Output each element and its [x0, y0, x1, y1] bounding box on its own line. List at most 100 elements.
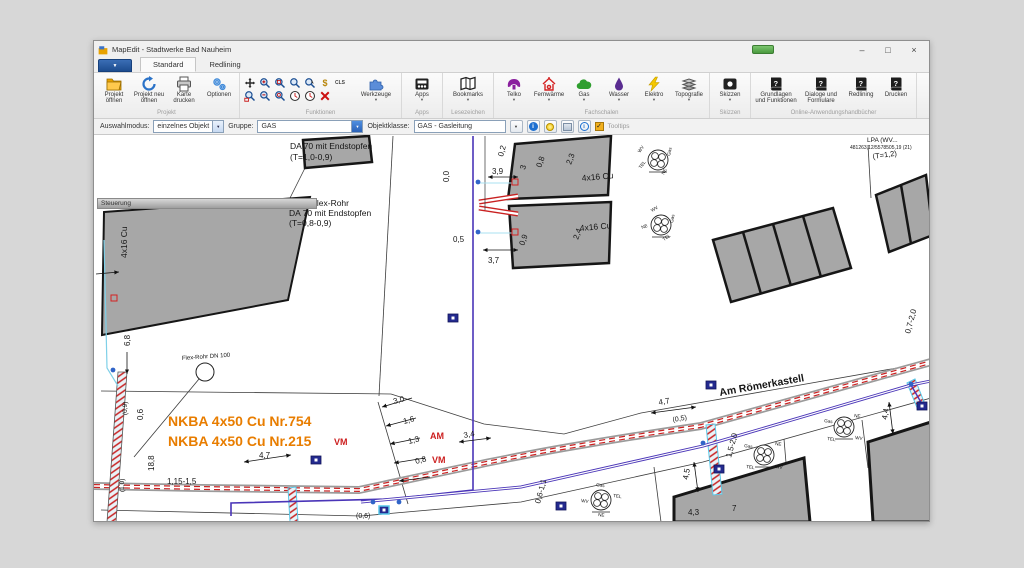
elektro-button[interactable]: Elektro▼ — [637, 74, 671, 103]
svg-text:6,8: 6,8 — [123, 334, 132, 346]
button-label: Optionen — [207, 92, 231, 98]
objektklasse-label: Objektklasse: — [367, 123, 409, 130]
topografie-button[interactable]: Topografie▼ — [672, 74, 706, 103]
bookmarks-button[interactable]: Bookmarks▼ — [446, 74, 490, 103]
cancel-action-button[interactable] — [318, 89, 332, 102]
zoom-out-icon — [259, 90, 271, 102]
svg-text:3,4: 3,4 — [463, 429, 476, 440]
steuerung-panel-header[interactable]: Steuerung — [97, 198, 317, 209]
house-icon — [541, 76, 557, 92]
map-viewport[interactable]: Steuerung — [94, 135, 929, 521]
layer-button[interactable] — [561, 120, 574, 133]
ribbon-group-fachschalen: Telko▼ Fernwärme▼ Gas▼ Wasser▼ Elektro▼ … — [494, 73, 710, 118]
auswahlmodus-select[interactable]: einzelnes Objekt▼ — [153, 120, 224, 133]
svg-text:4,7: 4,7 — [658, 396, 671, 407]
svg-text:1,5-2,0: 1,5-2,0 — [724, 432, 739, 459]
zoom-window-button[interactable] — [273, 76, 287, 89]
svg-text:0,7-2,0: 0,7-2,0 — [903, 308, 918, 335]
svg-text:TEL: TEL — [638, 159, 647, 169]
svg-text:NKBA 4x50 Cu Nr.215: NKBA 4x50 Cu Nr.215 — [168, 433, 312, 449]
map-canvas[interactable]: DA 70 mit Endstopfen(T=1,0-0,9)Kabu-Flex… — [94, 135, 929, 521]
ribbon-group-handbuecher: Grundlagen und Funktionen Dialoge und Fo… — [751, 73, 917, 118]
cls-label: CLS — [335, 80, 345, 86]
projekt-oeffnen-button[interactable]: Projekt öffnen — [97, 74, 131, 106]
select-icon — [304, 77, 316, 89]
svg-text:Am Römerkastell: Am Römerkastell — [718, 372, 805, 399]
svg-text:(1,0): (1,0) — [119, 479, 126, 492]
select-value: GAS - Gasleitung — [415, 123, 475, 130]
svg-text:18,8: 18,8 — [147, 455, 156, 471]
utility-symbols: WVTELGasNEWVNEGasTELGasNETELWVGasNETELWV… — [581, 144, 864, 518]
chevron-down-icon: ▼ — [466, 98, 470, 102]
gruppe-label: Gruppe: — [228, 123, 253, 130]
window-title: MapEdit - Stadtwerke Bad Nauheim — [112, 45, 752, 54]
apps-button[interactable]: Apps▼ — [405, 74, 439, 103]
svg-text:NE: NE — [598, 512, 605, 518]
svg-text:1,3: 1,3 — [407, 434, 421, 446]
svg-text:WV: WV — [581, 498, 590, 504]
projekt-neu-oeffnen-button[interactable]: Projekt neu öffnen — [132, 74, 166, 106]
tab-standard[interactable]: Standard — [140, 57, 196, 72]
info-outline-icon: i — [580, 122, 589, 131]
chevron-down-icon: ▼ — [547, 98, 551, 102]
werkzeuge-button[interactable]: Werkzeuge▼ — [354, 74, 398, 103]
kosten-button[interactable]: $ — [318, 76, 332, 89]
zoom-extent-button[interactable] — [273, 89, 287, 102]
object-info-button[interactable]: i — [527, 120, 540, 133]
svg-text:0,5: 0,5 — [453, 235, 465, 244]
objektklasse-select[interactable]: GAS - Gasleitung — [414, 120, 506, 133]
telko-button[interactable]: Telko▼ — [497, 74, 531, 103]
refresh-icon — [141, 76, 157, 92]
group-label-skizzen: Skizzen — [713, 110, 747, 118]
svg-text:VM: VM — [432, 455, 446, 465]
file-menu-button[interactable]: ▼ — [98, 59, 132, 72]
zoom-prev-button[interactable] — [243, 89, 257, 102]
tooltips-checkbox[interactable]: ✓ — [595, 122, 604, 131]
select-button[interactable] — [303, 76, 317, 89]
cls-button[interactable]: CLS — [333, 76, 347, 89]
gas-button[interactable]: Gas▼ — [567, 74, 601, 103]
handbuch-dialoge-button[interactable]: Dialoge und Formulare — [799, 74, 843, 106]
zoom-in-icon — [259, 77, 271, 89]
chevron-down-icon: ▼ — [582, 98, 586, 102]
spacer-cell — [333, 89, 347, 102]
gruppe-select[interactable]: GAS▼ — [257, 120, 363, 133]
gears-icon — [211, 76, 227, 92]
handbuch-drucken-button[interactable]: Drucken — [879, 74, 913, 99]
button-label: Projekt öffnen — [98, 92, 130, 105]
chevron-down-icon: ▼ — [728, 98, 732, 102]
tab-redlining[interactable]: Redlining — [196, 57, 253, 72]
zoom-time-button[interactable] — [288, 89, 302, 102]
minimize-button[interactable]: – — [849, 42, 875, 57]
clock-button[interactable] — [303, 89, 317, 102]
karte-drucken-button[interactable]: Karte drucken — [167, 74, 201, 106]
about-button[interactable]: i — [578, 120, 591, 133]
svg-text:TEL: TEL — [613, 493, 622, 499]
ribbon-group-projekt: Projekt öffnen Projekt neu öffnen Karte … — [94, 73, 240, 118]
svg-text:NKBA 4x50 Cu Nr.754: NKBA 4x50 Cu Nr.754 — [168, 413, 312, 429]
optionen-button[interactable]: Optionen — [202, 74, 236, 99]
svg-text:0,2: 0,2 — [496, 144, 508, 158]
button-label: Drucken — [885, 92, 907, 98]
title-bar[interactable]: MapEdit - Stadtwerke Bad Nauheim – □ × — [94, 41, 929, 58]
zoom-object-button[interactable] — [288, 76, 302, 89]
fernwaerme-button[interactable]: Fernwärme▼ — [532, 74, 566, 103]
wasser-button[interactable]: Wasser▼ — [602, 74, 636, 103]
objektklasse-dropdown-button[interactable]: ▼ — [510, 120, 523, 133]
selection-toolbar: Auswahlmodus: einzelnes Objekt▼ Gruppe: … — [94, 119, 929, 135]
hint-button[interactable] — [544, 120, 557, 133]
svg-text:1,6: 1,6 — [402, 414, 416, 426]
dollar-icon: $ — [322, 78, 327, 88]
maximize-button[interactable]: □ — [875, 42, 901, 57]
handbuch-redlining-button[interactable]: Redlining — [844, 74, 878, 99]
svg-text:WV: WV — [650, 204, 660, 212]
pan-button[interactable] — [243, 76, 257, 89]
handbuch-grundlagen-button[interactable]: Grundlagen und Funktionen — [754, 74, 798, 106]
skizzen-button[interactable]: Skizzen▼ — [713, 74, 747, 103]
svg-text:0,8: 0,8 — [414, 454, 428, 466]
zoom-in-button[interactable] — [258, 76, 272, 89]
ribbon-tab-row: ▼ Standard Redlining — [94, 58, 929, 73]
close-button[interactable]: × — [901, 42, 927, 57]
svg-text:0,6-1,1: 0,6-1,1 — [533, 478, 548, 505]
zoom-out-button[interactable] — [258, 89, 272, 102]
